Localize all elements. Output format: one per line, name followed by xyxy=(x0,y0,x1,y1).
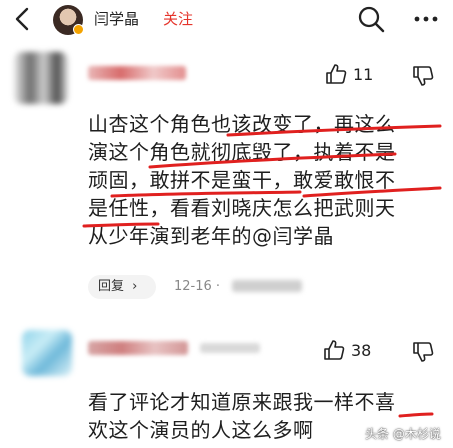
thumb-down-icon[interactable] xyxy=(412,341,434,363)
comment-line: 欢这个演员的人这么多啊 xyxy=(88,418,314,442)
chevron-right-icon: › xyxy=(132,279,138,294)
comment-date: 12-16 · xyxy=(174,279,221,294)
comment-location xyxy=(232,280,302,292)
commenter-name[interactable] xyxy=(88,341,188,355)
reply-label: 回复 xyxy=(98,279,125,294)
underline-annotations xyxy=(82,124,442,418)
watermark: 头条 @木杉说 xyxy=(365,427,441,441)
thumb-up-icon xyxy=(324,340,345,360)
commenter-avatar[interactable] xyxy=(22,330,72,376)
commenter-meta xyxy=(200,343,260,353)
like-button[interactable]: 38 xyxy=(323,339,371,361)
comment-text: 看了评论才知道原来跟我一样不喜 欢这个演员的人这么多啊 xyxy=(88,388,396,444)
comment-line: 看了评论才知道原来跟我一样不喜 xyxy=(88,390,396,414)
reply-button[interactable]: 回复 › xyxy=(88,275,156,299)
like-count: 38 xyxy=(351,340,372,360)
